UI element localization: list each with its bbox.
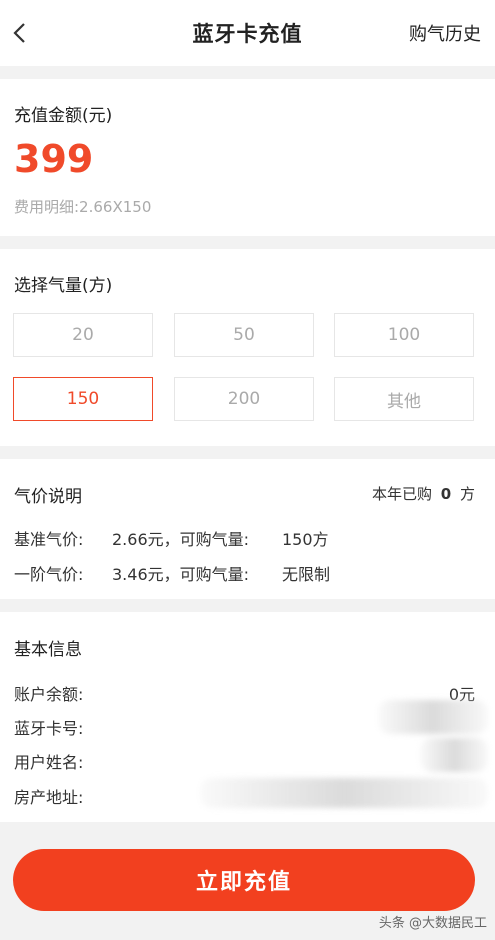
user-name-label: 用户姓名:	[14, 753, 84, 772]
address-label: 房产地址:	[14, 788, 84, 807]
app-header: 蓝牙卡充值 购气历史	[0, 0, 495, 66]
recharge-now-button[interactable]: 立即充值	[13, 849, 475, 911]
redacted-address	[200, 778, 488, 808]
card-number-label: 蓝牙卡号:	[14, 719, 84, 738]
amount-label: 充值金额(元)	[14, 106, 113, 126]
tier1-price-limit: 无限制	[282, 565, 331, 584]
volume-label: 选择气量(方)	[14, 276, 113, 296]
base-price-value: 2.66元，可购气量:	[112, 530, 250, 549]
info-label: 基本信息	[14, 640, 82, 660]
base-price-limit: 150方	[282, 530, 329, 549]
volume-option-200[interactable]: 200	[174, 377, 314, 421]
volume-option-20[interactable]: 20	[13, 313, 153, 357]
volume-option-50[interactable]: 50	[174, 313, 314, 357]
redacted-card-number	[378, 700, 488, 734]
fee-detail: 费用明细:2.66X150	[14, 198, 152, 216]
base-price-label: 基准气价:	[14, 530, 84, 549]
volume-option-150[interactable]: 150	[13, 377, 153, 421]
recharge-amount: 399	[14, 137, 94, 181]
balance-label: 账户余额:	[14, 685, 84, 704]
price-label: 气价说明	[14, 487, 82, 507]
redacted-user-name	[420, 738, 488, 772]
back-arrow-icon[interactable]	[10, 18, 38, 48]
page-title: 蓝牙卡充值	[192, 22, 303, 46]
volume-option-100[interactable]: 100	[334, 313, 474, 357]
tier1-price-label: 一阶气价:	[14, 565, 84, 584]
watermark: 头条 @大数据民工	[378, 916, 487, 931]
volume-option-other[interactable]: 其他	[334, 377, 474, 421]
tier1-price-value: 3.46元，可购气量:	[112, 565, 250, 584]
purchase-history-link[interactable]: 购气历史	[409, 20, 481, 46]
purchased-this-year: 本年已购 0 方	[371, 485, 475, 503]
